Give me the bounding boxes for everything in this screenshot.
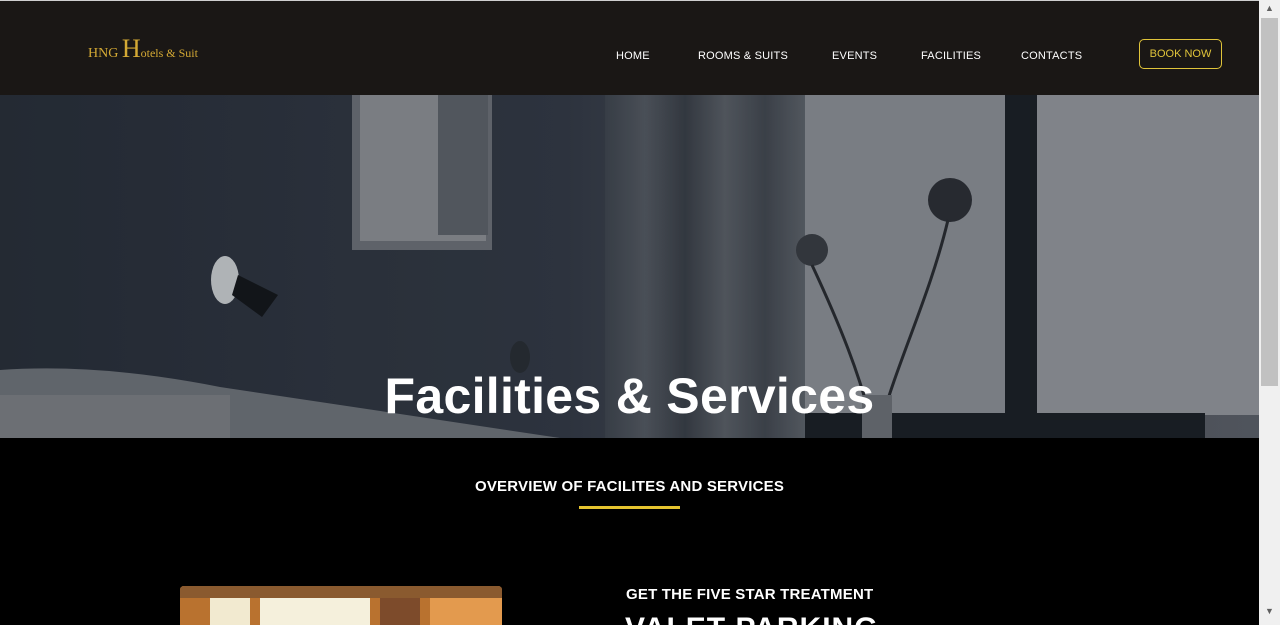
navbar: HNG Hotels & Suit HOME ROOMS & SUITS EVE…	[0, 1, 1259, 95]
nav-item-rooms-suits[interactable]: ROOMS & SUITS	[698, 50, 788, 62]
page: HNG Hotels & Suit HOME ROOMS & SUITS EVE…	[0, 0, 1280, 625]
nav-item-home[interactable]: HOME	[616, 50, 650, 62]
feature-kicker: GET THE FIVE STAR TREATMENT	[626, 586, 874, 603]
page-title: Facilities & Services	[384, 367, 875, 424]
room-photo	[180, 586, 502, 625]
scroll-down-arrow-icon[interactable]: ▼	[1259, 603, 1280, 620]
scrollbar-thumb[interactable]	[1261, 18, 1278, 386]
overview-underline	[579, 506, 680, 509]
hero-banner: Facilities & Services	[0, 95, 1259, 438]
logo-text-part1: HNG	[88, 46, 122, 61]
nav-item-facilities[interactable]: FACILITIES	[921, 50, 981, 62]
scroll-up-arrow-icon[interactable]: ▲	[1259, 0, 1280, 17]
vertical-scrollbar[interactable]: ▲ ▼	[1259, 0, 1280, 625]
feature-heading: VALET PARKING	[625, 612, 879, 625]
book-now-button[interactable]: BOOK NOW	[1139, 39, 1222, 69]
logo-text-part3: otels & Suit	[140, 46, 198, 60]
nav-item-events[interactable]: EVENTS	[832, 50, 877, 62]
valet-parking-image	[180, 586, 502, 625]
nav-item-contacts[interactable]: CONTACTS	[1021, 50, 1082, 62]
logo-text-part2: H	[121, 34, 141, 63]
brand-logo[interactable]: HNG Hotels & Suit	[88, 36, 198, 62]
overview-heading: OVERVIEW OF FACILITES AND SERVICES	[474, 478, 785, 495]
